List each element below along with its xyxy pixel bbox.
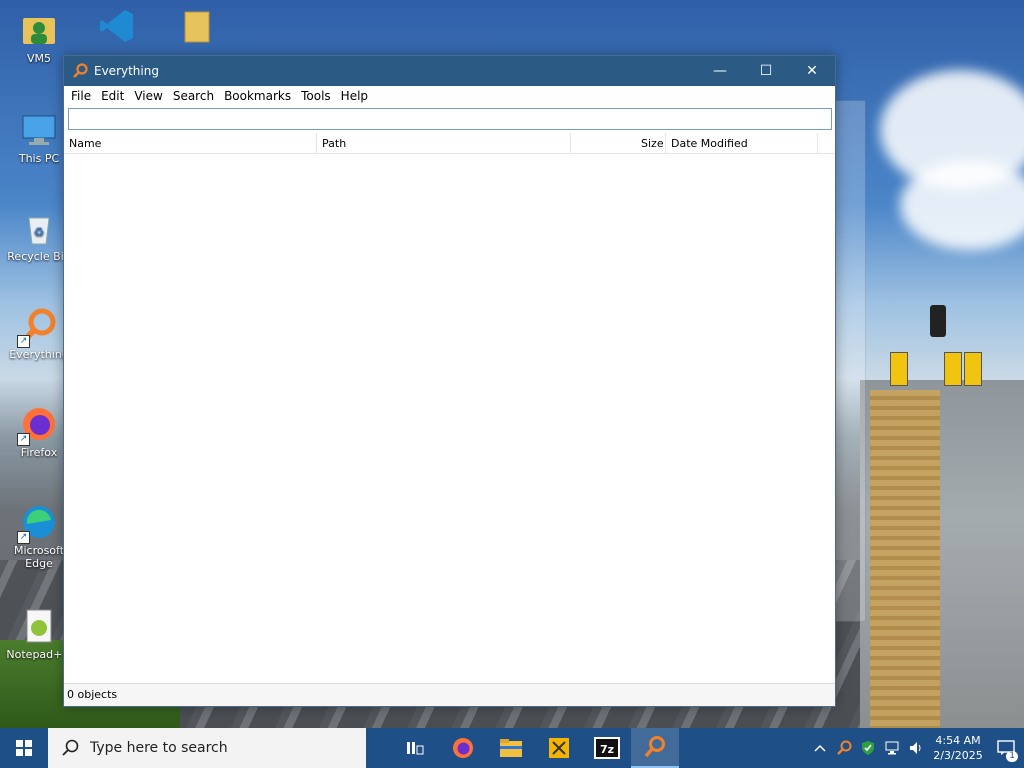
clock[interactable]: 4:54 AM 2/3/2025	[928, 733, 988, 763]
show-hidden-icons-button[interactable]	[808, 728, 832, 768]
7zip-icon: 7z	[594, 737, 620, 759]
svg-text:7z: 7z	[600, 743, 614, 756]
menu-tools[interactable]: Tools	[296, 89, 336, 103]
column-divider[interactable]	[316, 133, 317, 153]
system-tray: 4:54 AM 2/3/2025 1	[808, 728, 1024, 768]
firefox-icon: ↗	[17, 404, 59, 446]
everything-magnifier-icon	[644, 736, 665, 758]
folder-icon	[500, 739, 522, 757]
wallpaper-cloud	[900, 160, 1024, 250]
shortcut-arrow-icon: ↗	[17, 433, 30, 446]
clock-date: 2/3/2025	[933, 749, 983, 762]
menu-bookmarks[interactable]: Bookmarks	[219, 89, 296, 103]
menu-view[interactable]: View	[129, 89, 167, 103]
minimize-button[interactable]: —	[697, 56, 743, 86]
column-header: Name Path Size Date Modified	[64, 133, 835, 154]
taskbar-7zip[interactable]: 7z	[583, 728, 631, 768]
windows-logo-icon	[16, 740, 32, 756]
taskbar-search-box[interactable]: Type here to search	[48, 728, 366, 768]
column-divider[interactable]	[817, 133, 818, 153]
taskbar-firefox[interactable]	[439, 728, 487, 768]
taskbar-vmware[interactable]	[535, 728, 583, 768]
taskbar-everything[interactable]	[631, 728, 679, 768]
shield-icon	[862, 741, 874, 755]
results-list[interactable]	[64, 154, 835, 684]
window-titlebar[interactable]: Everything — ☐ ✕	[64, 56, 835, 86]
vscode-icon	[97, 6, 137, 46]
network-icon	[885, 741, 899, 755]
column-date-modified[interactable]: Date Modified	[671, 137, 748, 150]
wallpaper-tactile-strip	[870, 390, 940, 728]
window-title: Everything	[94, 64, 159, 78]
status-text: 0 objects	[67, 688, 118, 701]
search-icon	[62, 739, 80, 757]
vmware-icon	[549, 738, 569, 758]
everything-app-icon	[72, 63, 88, 79]
column-size[interactable]: Size	[641, 137, 664, 150]
wallpaper-signal	[930, 305, 946, 337]
taskbar-search-placeholder: Type here to search	[90, 740, 228, 756]
recycle-bin-icon: ♻	[19, 208, 59, 248]
close-button[interactable]: ✕	[789, 56, 835, 86]
task-view-button[interactable]	[391, 728, 439, 768]
everything-window: Everything — ☐ ✕ File Edit View Search B…	[63, 55, 839, 707]
everything-magnifier-icon: ↗	[17, 306, 59, 348]
tray-network[interactable]	[880, 728, 904, 768]
tray-everything[interactable]	[832, 728, 856, 768]
notepadpp-icon	[19, 606, 59, 646]
user-folder-icon	[19, 10, 59, 50]
action-center-button[interactable]: 1	[988, 728, 1024, 768]
search-input[interactable]	[69, 109, 839, 127]
speaker-icon	[910, 742, 921, 754]
column-divider[interactable]	[665, 133, 666, 153]
desktop-icon-new-folder[interactable]	[158, 6, 232, 48]
column-name[interactable]: Name	[69, 137, 101, 150]
folder-icon	[175, 6, 215, 46]
menu-bar: File Edit View Search Bookmarks Tools He…	[64, 86, 835, 106]
task-view-icon	[407, 742, 424, 755]
menu-file[interactable]: File	[66, 89, 96, 103]
chevron-up-icon	[814, 744, 826, 752]
svg-text:♻: ♻	[34, 225, 45, 239]
clock-time: 4:54 AM	[935, 734, 981, 747]
shortcut-arrow-icon: ↗	[17, 335, 30, 348]
wallpaper-sign	[944, 352, 962, 386]
taskbar: Type here to search 7z 4:54 AM 2/3/2025 …	[0, 728, 1024, 768]
everything-magnifier-icon	[837, 740, 852, 755]
menu-search[interactable]: Search	[168, 89, 219, 103]
wallpaper-sign	[890, 352, 908, 386]
column-divider[interactable]	[570, 133, 571, 153]
status-bar: 0 objects	[64, 683, 835, 706]
menu-edit[interactable]: Edit	[96, 89, 129, 103]
firefox-icon	[453, 738, 473, 758]
start-button[interactable]	[0, 728, 48, 768]
tray-security[interactable]	[856, 728, 880, 768]
tray-volume[interactable]	[904, 728, 928, 768]
notification-badge: 1	[1006, 751, 1018, 762]
shortcut-arrow-icon: ↗	[17, 531, 30, 544]
wallpaper-sign	[964, 352, 982, 386]
computer-icon	[19, 110, 59, 150]
menu-help[interactable]: Help	[336, 89, 373, 103]
column-path[interactable]: Path	[322, 137, 346, 150]
desktop-icon-vscode[interactable]	[80, 6, 154, 48]
edge-icon: ↗	[17, 502, 59, 544]
search-box[interactable]	[68, 108, 839, 130]
maximize-button[interactable]: ☐	[743, 56, 789, 86]
taskbar-file-explorer[interactable]	[487, 728, 535, 768]
